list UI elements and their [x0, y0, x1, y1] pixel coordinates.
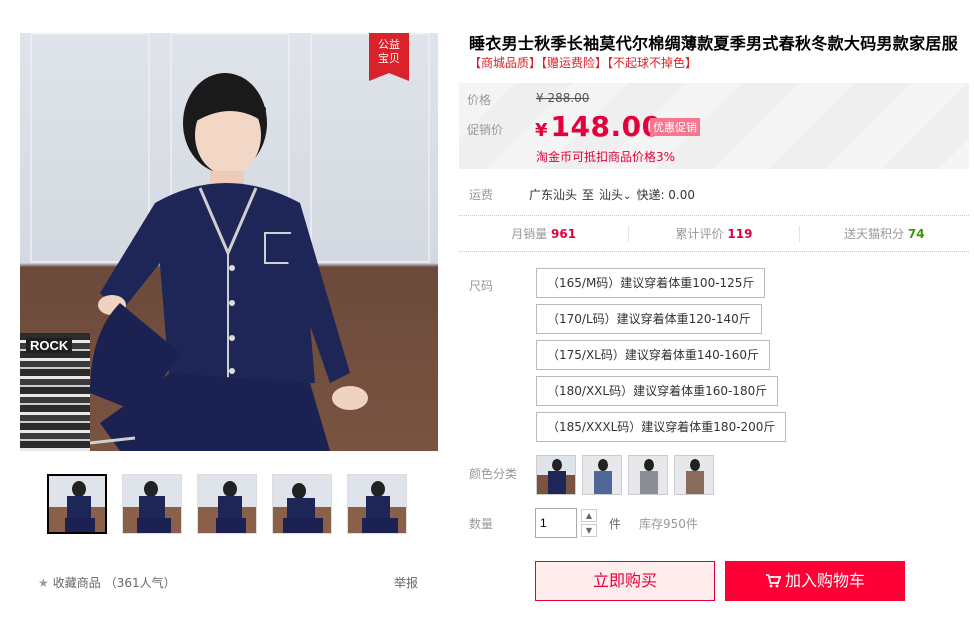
thumbnail-strip — [47, 474, 407, 534]
stat-value: 74 — [907, 226, 925, 241]
thumbnail-image — [137, 481, 171, 533]
thumbnail-1[interactable] — [47, 474, 107, 534]
size-option[interactable]: （180/XXL码）建议穿着体重160-180斤 — [536, 376, 779, 406]
promo-price-value: 148.00 — [550, 110, 662, 143]
decrease-button[interactable]: ▼ — [581, 524, 597, 537]
size-label: 尺码 — [469, 279, 494, 293]
badge-line2: 宝贝 — [378, 52, 400, 65]
add-to-cart-button[interactable]: 加入购物车 — [725, 561, 905, 601]
stock-count: 库存950件 — [639, 516, 698, 531]
color-option-grey-plaid[interactable] — [628, 455, 668, 495]
promo-tag[interactable]: 优惠促销 — [650, 118, 700, 136]
favorite-link[interactable]: ★ 收藏商品 （361人气） — [38, 574, 176, 591]
shipping-to-word: 至 — [582, 188, 595, 202]
color-swatch-image — [686, 459, 704, 494]
coin-note: 淘金币可抵扣商品价格3% — [536, 150, 676, 164]
size-option[interactable]: （165/M码）建议穿着体重100-125斤 — [536, 268, 766, 298]
cart-icon — [765, 574, 781, 588]
shipping-label: 运费 — [469, 188, 494, 202]
currency-symbol: ¥ — [535, 120, 548, 141]
shipping-express: 快递: 0.00 — [636, 188, 696, 202]
stat-label: 累计评价 — [675, 226, 724, 241]
promo-price: ¥ 148.00 — [535, 110, 662, 143]
color-option-navy[interactable] — [536, 455, 576, 495]
quantity-label: 数量 — [469, 517, 494, 531]
color-swatch-image — [548, 459, 566, 494]
product-title: 睡衣男士秋季长袖莫代尔棉绸薄款夏季男式春秋冬款大码男款家居服 — [469, 34, 959, 53]
thumbnail-3[interactable] — [197, 474, 257, 534]
shipping-from: 广东汕头 — [529, 188, 578, 202]
color-options — [536, 455, 714, 495]
color-option-brown[interactable] — [674, 455, 714, 495]
thumbnail-5[interactable] — [347, 474, 407, 534]
shipping-dest-text: 汕头 — [599, 188, 624, 202]
model-figure — [89, 73, 368, 451]
star-icon: ★ — [38, 575, 49, 590]
add-to-cart-label: 加入购物车 — [784, 571, 865, 590]
size-option[interactable]: （175/XL码）建议穿着体重140-160斤 — [536, 340, 770, 370]
quantity-stepper: ▲ ▼ — [581, 509, 597, 537]
stat-points: 送天猫积分 74 — [800, 226, 969, 242]
stats-bar: 月销量 961 累计评价 119 送天猫积分 74 — [459, 215, 969, 252]
size-option[interactable]: （170/L码）建议穿着体重120-140斤 — [536, 304, 762, 334]
product-tags: 【商城品质】【赠运费险】【不起球不掉色】 — [469, 56, 698, 70]
size-option[interactable]: （185/XXXL码）建议穿着体重180-200斤 — [536, 412, 787, 442]
thumbnail-2[interactable] — [122, 474, 182, 534]
shipping-info: 广东汕头 至 汕头⌄ 快递: 0.00 — [529, 186, 695, 203]
thumbnail-image — [283, 483, 323, 533]
thumbnail-image — [216, 481, 246, 533]
main-product-image[interactable]: ROCK 公益 宝贝 — [20, 33, 438, 451]
quantity-input[interactable] — [535, 508, 577, 538]
original-price: ¥ 288.00 — [536, 91, 590, 105]
stat-value: 961 — [551, 226, 577, 241]
quantity-control: ▲ ▼ 件 库存950件 — [535, 508, 698, 538]
stat-monthly-sales: 月销量 961 — [459, 225, 630, 242]
chevron-down-icon: ⌄ — [623, 191, 632, 202]
promo-price-label: 促销价 — [467, 123, 504, 137]
charity-badge: 公益 宝贝 — [369, 33, 409, 81]
thumbnail-image — [362, 481, 398, 533]
color-swatch-image — [594, 459, 612, 494]
shipping-destination[interactable]: 汕头⌄ — [599, 186, 631, 203]
stat-value: 119 — [727, 226, 753, 241]
quantity-unit: 件 — [609, 516, 622, 531]
stat-label: 月销量 — [511, 226, 548, 241]
stat-label: 送天猫积分 — [844, 226, 905, 241]
badge-line1: 公益 — [378, 38, 400, 51]
favorite-label: 收藏商品 — [52, 576, 101, 590]
popularity-count: （361人气） — [104, 576, 176, 590]
stat-reviews[interactable]: 累计评价 119 — [629, 225, 800, 242]
buy-now-button[interactable]: 立即购买 — [535, 561, 715, 601]
size-options: （165/M码）建议穿着体重100-125斤 （170/L码）建议穿着体重120… — [536, 268, 787, 448]
report-link[interactable]: 举报 — [394, 574, 418, 591]
price-label: 价格 — [467, 93, 492, 107]
thumbnail-image — [65, 481, 95, 532]
color-option-blue-plaid[interactable] — [582, 455, 622, 495]
color-label: 颜色分类 — [469, 467, 518, 481]
thumbnail-4[interactable] — [272, 474, 332, 534]
increase-button[interactable]: ▲ — [581, 509, 597, 522]
color-swatch-image — [640, 459, 658, 494]
